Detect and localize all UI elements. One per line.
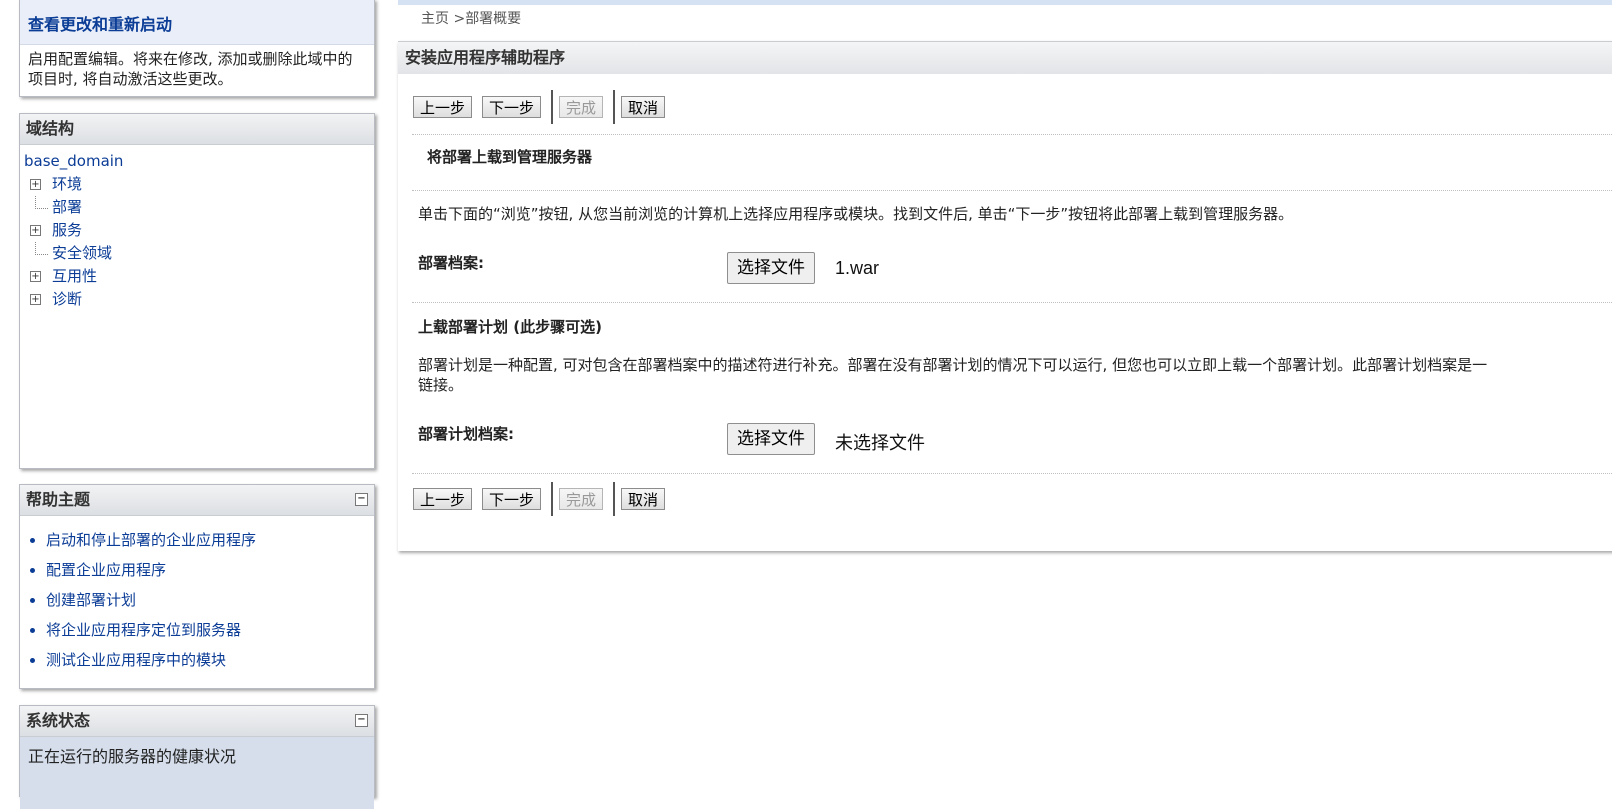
cancel-button[interactable]: 取消	[621, 96, 666, 118]
tree-node-label[interactable]: 服务	[52, 221, 82, 239]
wizard-title: 安装应用程序辅助程序	[398, 42, 1612, 74]
plan-file-name: 未选择文件	[835, 433, 925, 453]
upload-instruction-text: 单击下面的“浏览”按钮, 从您当前浏览的计算机上选择应用程序或模块。找到文件后,…	[418, 205, 1294, 223]
install-wizard-panel: 安装应用程序辅助程序 上一步 下一步 完成 取消 将部署上载到管理服务器 单击下…	[398, 41, 1612, 551]
tree-root-base-domain[interactable]: base_domain	[24, 149, 374, 173]
choose-plan-file-button[interactable]: 选择文件	[727, 423, 815, 455]
help-topics-title-text: 帮助主题	[26, 490, 91, 509]
cancel-button[interactable]: 取消	[621, 488, 666, 510]
change-center-panel: 查看更改和重新启动 启用配置编辑。将来在修改, 添加或删除此域中的项目时, 将自…	[19, 0, 375, 97]
help-topic-link[interactable]: 将企业应用程序定位到服务器	[46, 616, 374, 646]
button-separator	[551, 482, 554, 516]
deployment-archive-label: 部署档案:	[418, 254, 484, 272]
wizard-button-bar-bottom: 上一步 下一步 完成 取消	[413, 481, 675, 517]
back-button[interactable]: 上一步	[413, 488, 473, 510]
choose-archive-file-button[interactable]: 选择文件	[727, 252, 815, 284]
plan-description-line2: 链接。	[418, 376, 464, 394]
finish-button[interactable]: 完成	[559, 488, 604, 510]
help-topic-link[interactable]: 创建部署计划	[46, 586, 374, 616]
button-separator	[613, 482, 616, 516]
button-separator	[551, 90, 554, 124]
wizard-button-bar-top: 上一步 下一步 完成 取消	[413, 89, 675, 125]
tree-connector	[35, 196, 48, 209]
divider	[412, 190, 1612, 191]
tree-node-diagnostics[interactable]: + 诊断	[24, 288, 374, 311]
help-topics-title: 帮助主题 −	[20, 485, 374, 516]
deployment-plan-label: 部署计划档案:	[418, 425, 514, 443]
upload-section-title: 将部署上载到管理服务器	[427, 148, 593, 166]
next-button[interactable]: 下一步	[482, 488, 542, 510]
help-topic-link[interactable]: 测试企业应用程序中的模块	[46, 646, 374, 676]
tree-node-label[interactable]: 诊断	[52, 290, 82, 308]
divider	[412, 134, 1612, 135]
system-status-title-text: 系统状态	[26, 711, 91, 730]
tree-node-label[interactable]: 安全领域	[52, 244, 112, 262]
divider	[412, 302, 1612, 303]
help-topics-panel: 帮助主题 − 启动和停止部署的企业应用程序 配置企业应用程序 创建部署计划 将企…	[19, 484, 375, 689]
collapse-minus-icon[interactable]: −	[355, 493, 368, 506]
help-topic-link[interactable]: 配置企业应用程序	[46, 556, 374, 586]
tree-node-label[interactable]: 互用性	[52, 267, 97, 285]
next-button[interactable]: 下一步	[482, 96, 542, 118]
tree-node-security-realms[interactable]: 安全领域	[24, 242, 374, 265]
expand-plus-icon[interactable]: +	[30, 294, 41, 305]
plan-section-title: 上载部署计划 (此步骤可选)	[418, 318, 602, 336]
divider	[412, 473, 1612, 474]
help-topic-link[interactable]: 启动和停止部署的企业应用程序	[46, 526, 374, 556]
breadcrumb-separator: >	[449, 11, 466, 27]
tree-connector	[35, 242, 48, 255]
expand-plus-icon[interactable]: +	[30, 179, 41, 190]
system-status-panel: 系统状态 − 正在运行的服务器的健康状况	[19, 705, 375, 809]
back-button[interactable]: 上一步	[413, 96, 473, 118]
collapse-minus-icon[interactable]: −	[355, 714, 368, 727]
top-strip	[398, 0, 1612, 5]
button-separator	[613, 90, 616, 124]
domain-structure-panel: 域结构 base_domain + 环境 部署 + 服务 安全领域 + 互用性 …	[19, 113, 375, 469]
domain-tree: base_domain + 环境 部署 + 服务 安全领域 + 互用性 + 诊断	[20, 145, 374, 311]
finish-button[interactable]: 完成	[559, 96, 604, 118]
system-status-title: 系统状态 −	[20, 706, 374, 737]
expand-plus-icon[interactable]: +	[30, 225, 41, 236]
change-center-description: 启用配置编辑。将来在修改, 添加或删除此域中的项目时, 将自动激活这些更改。	[28, 50, 353, 88]
tree-node-interoperability[interactable]: + 互用性	[24, 265, 374, 288]
help-topics-list: 启动和停止部署的企业应用程序 配置企业应用程序 创建部署计划 将企业应用程序定位…	[20, 526, 374, 676]
tree-node-services[interactable]: + 服务	[24, 219, 374, 242]
breadcrumb: 主页 >部署概要	[421, 8, 521, 28]
domain-structure-title: 域结构	[20, 114, 374, 145]
tree-node-label[interactable]: 环境	[52, 175, 82, 193]
tree-node-environment[interactable]: + 环境	[24, 173, 374, 196]
server-health-text: 正在运行的服务器的健康状况	[20, 737, 374, 809]
breadcrumb-home-link[interactable]: 主页	[421, 11, 449, 27]
breadcrumb-deployments-link[interactable]: 部署概要	[465, 11, 521, 27]
plan-description-line1: 部署计划是一种配置, 可对包含在部署档案中的描述符进行补充。部署在没有部署计划的…	[418, 356, 1488, 374]
archive-file-name: 1.war	[835, 258, 880, 278]
view-changes-restarts-link[interactable]: 查看更改和重新启动	[20, 0, 374, 45]
tree-node-label[interactable]: 部署	[52, 198, 82, 216]
tree-node-deployments[interactable]: 部署	[24, 196, 374, 219]
expand-plus-icon[interactable]: +	[30, 271, 41, 282]
